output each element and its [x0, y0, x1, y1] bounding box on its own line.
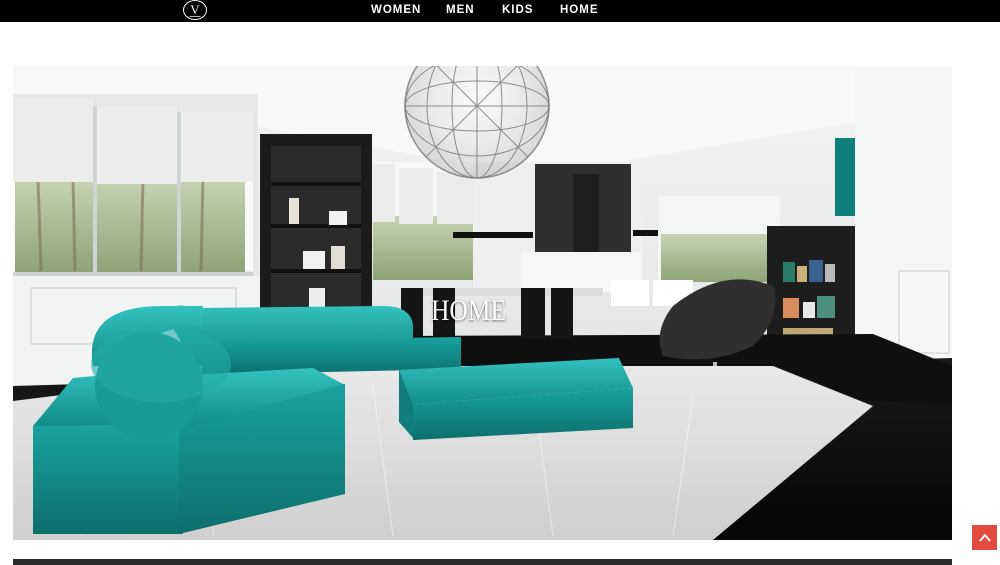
nav-item-women[interactable]: WOMEN	[371, 4, 421, 16]
hero-caption: HOME	[430, 294, 507, 327]
brand-logo-letter: V	[190, 1, 200, 17]
hero-banner[interactable]: HOME	[13, 66, 952, 540]
nav-item-home[interactable]: HOME	[560, 4, 599, 16]
logo-underline	[189, 16, 201, 17]
nav-item-kids[interactable]: KIDS	[502, 4, 533, 16]
scroll-to-top-button[interactable]	[972, 525, 997, 550]
chevron-up-icon	[978, 533, 991, 542]
top-navigation-bar: V WOMEN MEN KIDS HOME	[0, 0, 1000, 22]
brand-logo[interactable]: V	[183, 0, 207, 20]
nav-item-men[interactable]: MEN	[446, 4, 475, 16]
next-section-preview	[13, 559, 952, 565]
